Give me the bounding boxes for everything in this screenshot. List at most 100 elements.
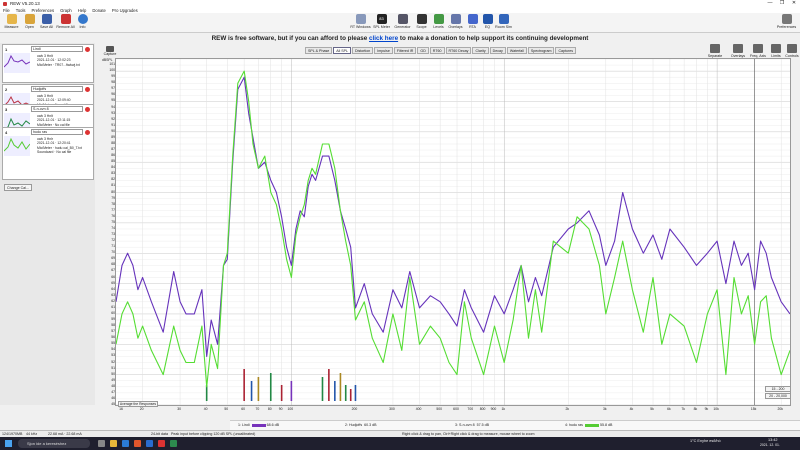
remove-measurement-icon[interactable] (85, 47, 90, 52)
remove-measurement-icon[interactable] (85, 130, 90, 135)
main-toolbar: Measure Open Save All Remove All Info RT… (0, 13, 800, 33)
menu-graph[interactable]: Graph (60, 8, 72, 13)
folder-icon (24, 14, 35, 24)
controls-icon (787, 44, 797, 53)
measurement-name-field[interactable]: Hudjoffs (31, 86, 83, 92)
y-axis-labels: 101 100 99 98 97 96 95 94 93 92 91 90 89 88 87 86 85 84 83… (105, 58, 115, 406)
tab-distortion[interactable]: Distortion (352, 47, 374, 54)
range-15-200-button[interactable]: 15 - 200 (765, 386, 791, 392)
remove-measurement-icon[interactable] (85, 107, 90, 112)
legend-item-3[interactable]: 3: S-n-ovn 8 57.5 dB (455, 423, 489, 427)
donate-link[interactable]: click here (369, 35, 398, 42)
preferences-button[interactable]: Preferences (777, 14, 796, 32)
x-tick-label: 100 (287, 407, 294, 411)
tab-gd[interactable]: GD (417, 47, 429, 54)
measurement-info: uwk 3 Hnlr 2021-12-01 · 12:20:41 Mic/Meter… (37, 137, 82, 154)
weather-widget[interactable]: 1°C Enyhe eső/hó (690, 439, 721, 443)
tab-all-spl[interactable]: All SPL (333, 47, 352, 54)
taskbar-search[interactable]: Sjon ide a kereséshez (18, 439, 90, 448)
legend-swatch (584, 423, 599, 427)
x-tick-label: 70 (255, 407, 260, 411)
remove-icon (60, 14, 71, 24)
graph-tabs: SPL & Phase All SPL Distortion Impulse F… (305, 47, 577, 54)
scope-button[interactable]: Scope (413, 14, 430, 32)
range-20-20000-button[interactable]: 20 - 20,000 (765, 393, 791, 399)
change-cal-button[interactable]: Change Cal... (4, 184, 32, 191)
measurement-card[interactable]: 1 Lindi uwk 3 Hnlt 2021-12-01 · 12:02:23 M… (2, 44, 94, 83)
measurement-thumbnail (4, 136, 30, 156)
word-icon[interactable] (146, 440, 153, 447)
rew-taskbar-icon[interactable] (158, 440, 165, 447)
menu-tools[interactable]: Tools (16, 8, 26, 13)
scope-icon (416, 14, 427, 24)
spectrum-bar (344, 385, 347, 401)
menu-pro-upgrades[interactable]: Pro Upgrades (112, 8, 138, 13)
tab-decay[interactable]: Decay (489, 47, 506, 54)
x-tick-label: 6k (667, 407, 671, 411)
spl-graph[interactable] (115, 58, 791, 406)
menu-help[interactable]: Help (78, 8, 87, 13)
mouse-hint: Right click & drag to pan, Ctrl+Right cl… (402, 432, 535, 436)
tab-filtered-ir[interactable]: Filtered IR (393, 47, 417, 54)
tab-spl-phase[interactable]: SPL & Phase (305, 47, 333, 54)
tab-rt60[interactable]: RT60 (429, 47, 445, 54)
measurement-name-field[interactable]: hudu ras (31, 129, 83, 135)
clock-date[interactable]: 2021. 12. 01. (760, 443, 780, 447)
firefox-icon[interactable] (134, 440, 141, 447)
sine-wave-icon (397, 14, 408, 24)
plot-area[interactable] (115, 58, 791, 406)
remove-all-button[interactable]: Remove All (56, 14, 75, 32)
taskbar: Sjon ide a kereséshez 1°C Enyhe eső/hó 1… (0, 437, 800, 450)
task-view-icon[interactable] (98, 440, 105, 447)
capture-button[interactable]: Capture (103, 46, 117, 56)
minimize-button[interactable]: — (764, 0, 776, 7)
window-controls: — ❐ ✕ (764, 0, 800, 7)
clock-time[interactable]: 13:42 (768, 438, 778, 442)
measurement-name-field[interactable]: Lindi (31, 46, 83, 52)
overlays-button[interactable]: Overlays (447, 14, 464, 32)
edge-icon[interactable] (122, 440, 129, 447)
x-tick-label: 40 (203, 407, 208, 411)
rt-windows-button[interactable]: RT Windows (350, 14, 371, 32)
spectrum-bar (321, 377, 324, 401)
bit-depth: 24-bit data (151, 432, 168, 436)
legend-item-2[interactable]: 2: Hudjoffs 60.3 dB (345, 423, 377, 427)
separate-icon (710, 44, 720, 53)
windows-start-icon[interactable] (5, 440, 12, 447)
eq-button[interactable]: EQ (479, 14, 496, 32)
measure-button[interactable]: Measure (3, 14, 20, 32)
measurement-card[interactable]: 4 hudu ras uwk 3 Hnlr 2021-12-01 · 12:20:… (2, 127, 94, 180)
maximize-button[interactable]: ❐ (776, 0, 788, 7)
tab-impulse[interactable]: Impulse (374, 47, 393, 54)
average-responses-button[interactable]: Average the Responses (118, 401, 158, 407)
spotify-icon[interactable] (170, 440, 177, 447)
open-button[interactable]: Open (21, 14, 38, 32)
remove-measurement-icon[interactable] (85, 87, 90, 92)
legend-item-4[interactable]: 4: hudu ras 55.8 dB (565, 423, 612, 427)
levels-button[interactable]: Levels (430, 14, 447, 32)
x-axis-labels: 16 20 30 40 50 60 70 80 90 100 200 300 400 500 600 700 8… (115, 407, 791, 413)
info-button[interactable]: Info (74, 14, 91, 32)
x-tick-label: 10k (713, 407, 719, 411)
x-tick-label: 700 (467, 407, 474, 411)
tab-clarity[interactable]: Clarity (472, 47, 489, 54)
title-bar: REW V5.20.13 (0, 0, 800, 7)
file-explorer-icon[interactable] (110, 440, 117, 447)
spectrum-bar (243, 369, 245, 401)
tab-rt60-decay[interactable]: RT60 Decay (445, 47, 472, 54)
save-all-button[interactable]: Save All (38, 14, 55, 32)
tab-spectrogram[interactable]: Spectrogram (527, 47, 555, 54)
menu-file[interactable]: File (3, 8, 10, 13)
menu-preferences[interactable]: Preferences (32, 8, 55, 13)
tab-waterfall[interactable]: Waterfall (506, 47, 527, 54)
room-sim-button[interactable]: Room Sim (495, 14, 512, 32)
measurement-name-field[interactable]: S-n-ovn 8 (31, 106, 83, 112)
legend-item-1[interactable]: 1: Lindi 68.6 dB (238, 423, 279, 427)
x-tick-label: 50 (224, 407, 229, 411)
freq-axis-icon (753, 44, 763, 53)
spl-meter-button[interactable]: 83 SPL Meter (373, 14, 390, 32)
generator-button[interactable]: Generator (394, 14, 411, 32)
tab-captures[interactable]: Captures (555, 47, 577, 54)
close-button[interactable]: ✕ (788, 0, 800, 7)
menu-donate[interactable]: Donate (92, 8, 106, 13)
